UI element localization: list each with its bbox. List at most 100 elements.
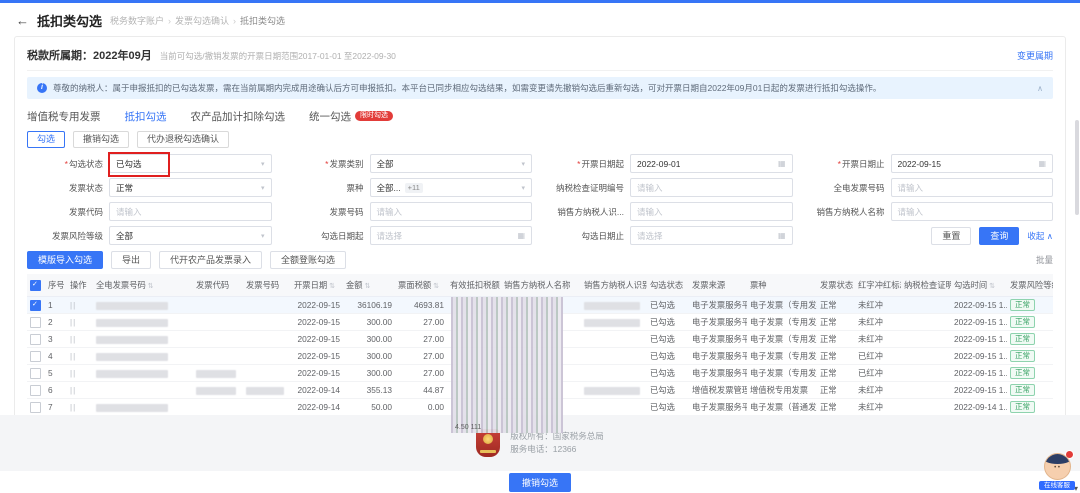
sort-icon[interactable]: ⇅ (989, 282, 995, 290)
header-label: 红字冲红标志 (858, 280, 901, 290)
row-checkbox[interactable] (30, 334, 41, 345)
view-invoice-icon[interactable]: || (70, 386, 76, 395)
row-checkbox[interactable] (30, 402, 41, 413)
cell-invoice-status: 正常 (817, 365, 855, 382)
sort-icon[interactable]: ⇅ (365, 282, 371, 290)
main-card: 税款所属期： 2022年09月 当前可勾选/撤销发票的开票日期范围2017-01… (14, 36, 1066, 462)
cell-amount: 300.00 (343, 314, 395, 331)
assistant-mascot[interactable]: 在线客服 (1039, 453, 1075, 490)
cell-tax: 0.00 (395, 399, 447, 416)
tax-check-cert-no-input[interactable]: 请输入 (630, 178, 793, 197)
header-label: 勾选时间 (954, 280, 987, 290)
filter-label: 全电发票号码 (809, 182, 891, 194)
sort-icon[interactable]: ⇅ (329, 282, 335, 290)
header-label: 票面税额 (398, 280, 431, 290)
row-checkbox[interactable] (30, 351, 41, 362)
header-label: 发票状态 (820, 280, 853, 290)
cell-invoice-status: 正常 (817, 331, 855, 348)
view-invoice-icon[interactable]: || (70, 403, 76, 412)
cell-tax: 4693.81 (395, 297, 447, 314)
view-invoice-icon[interactable]: || (70, 301, 76, 310)
cell-red-flag: 已红冲 (855, 365, 901, 382)
cell-invoice-code (193, 314, 243, 331)
filter-label: 勾选状态 (27, 158, 109, 170)
field-placeholder: 请输入 (377, 206, 403, 218)
cell-invoice-code (193, 297, 243, 314)
filter-field-invoice-risk-level: 发票风险等级全部▾ (27, 226, 272, 245)
tab-deduction-check[interactable]: 抵扣勾选 (125, 109, 167, 124)
filter-field-invoice-status: 发票状态正常▾ (27, 178, 272, 197)
cancel-check-submit-button[interactable]: 撤销勾选 (509, 473, 571, 492)
cell-index: 5 (45, 365, 67, 382)
cell-e-invoice-number (93, 297, 193, 314)
header-cell: 销售方纳税人名称 (501, 274, 581, 297)
mode-button-check[interactable]: 勾选 (27, 131, 65, 148)
template-import-check-button[interactable]: 模版导入勾选 (27, 251, 103, 269)
filter-field-invoice-number: 发票号码请输入 (288, 202, 533, 221)
invoice-status-select[interactable]: 正常▾ (109, 178, 272, 197)
check-status-select[interactable]: 已勾选▾ (109, 154, 272, 173)
sort-icon[interactable]: ⇅ (148, 282, 154, 290)
header-label: 操作 (70, 280, 87, 290)
select-all-checkbox[interactable] (30, 280, 41, 291)
check-date-start-date[interactable]: 请选择▦ (370, 226, 533, 245)
cell-seller-id (581, 365, 647, 382)
change-period-link[interactable]: 变更属期 (1017, 49, 1053, 62)
mode-button-group: 勾选撤销勾选代办退税勾选确认 (27, 131, 1053, 148)
view-invoice-icon[interactable]: || (70, 352, 76, 361)
view-invoice-icon[interactable]: || (70, 335, 76, 344)
chevron-down-icon: ▾ (261, 184, 265, 192)
cell-check-cert-no (901, 314, 951, 331)
export-button[interactable]: 导出 (111, 251, 151, 269)
notice-banner: i 尊敬的纳税人：属于申报抵扣的已勾选发票，需在当前属期内完成用途确认后方可申报… (27, 77, 1053, 99)
cell-check-cert-no (901, 399, 951, 416)
row-checkbox[interactable] (30, 385, 41, 396)
issue-date-end-date[interactable]: 2022-09-15▦ (891, 154, 1054, 173)
breadcrumb-item[interactable]: 税务数字账户 (110, 14, 164, 27)
tab-unified-check[interactable]: 统一勾选限时勾选 (309, 109, 393, 124)
cell-check-time: 2022-09-15 1... (951, 382, 1007, 399)
cell-issue-date: 2022-09-15 (291, 331, 343, 348)
e-invoice-number-input[interactable]: 请输入 (891, 178, 1054, 197)
risk-level-tag: 正常 (1010, 350, 1035, 362)
cell-red-flag: 未红冲 (855, 382, 901, 399)
header-cell: 销售方纳税人识别号 (581, 274, 647, 297)
tab-vat-special-invoice[interactable]: 增值税专用发票 (27, 109, 101, 124)
breadcrumb-item[interactable]: 发票勾选确认 (175, 14, 229, 27)
invoice-risk-level-select[interactable]: 全部▾ (109, 226, 272, 245)
banner-collapse-icon[interactable]: ∧ (1037, 84, 1043, 93)
cell-risk-level: 正常 (1007, 297, 1053, 314)
back-arrow-icon[interactable]: ← (16, 13, 29, 28)
row-checkbox[interactable] (30, 368, 41, 379)
scrollbar-thumb[interactable] (1075, 120, 1079, 215)
tab-agri-extra-deduction-check[interactable]: 农产品加计扣除勾选 (191, 109, 286, 124)
invoice-category-select[interactable]: 全部▾ (370, 154, 533, 173)
seller-taxpayer-id-input[interactable]: 请输入 (630, 202, 793, 221)
view-invoice-icon[interactable]: || (70, 318, 76, 327)
check-date-end-date[interactable]: 请选择▦ (630, 226, 793, 245)
cell-ticket-type: 电子发票（专用发票） (747, 314, 817, 331)
filter-label: 开票日期起 (548, 158, 630, 170)
search-button[interactable]: 查询 (979, 227, 1019, 245)
reset-button[interactable]: 重置 (931, 227, 971, 245)
cell-amount: 50.00 (343, 399, 395, 416)
cell-issue-date: 2022-09-15 (291, 314, 343, 331)
batch-link[interactable]: 批量 (1036, 254, 1053, 266)
mode-button-agent-refund-check-confirm[interactable]: 代办退税勾选确认 (137, 131, 229, 148)
mode-button-cancel-check[interactable]: 撤销勾选 (73, 131, 129, 148)
collapse-filters-link[interactable]: 收起 ∧ (1027, 230, 1053, 242)
footer-phone: 服务电话：12366 (510, 443, 604, 456)
row-checkbox[interactable] (30, 317, 41, 328)
full-amount-check-button[interactable]: 全额登账勾选 (270, 251, 346, 269)
invoice-code-input[interactable]: 请输入 (109, 202, 272, 221)
ticket-type-select[interactable]: 全部...+11▾ (370, 178, 533, 197)
seller-taxpayer-name-input[interactable]: 请输入 (891, 202, 1054, 221)
cell-ticket-type: 增值税专用发票 (747, 382, 817, 399)
calendar-icon: ▦ (1038, 159, 1046, 168)
view-invoice-icon[interactable]: || (70, 369, 76, 378)
agri-invoice-entry-button[interactable]: 代开农产品发票录入 (159, 251, 262, 269)
row-checkbox[interactable] (30, 300, 41, 311)
issue-date-start-date[interactable]: 2022-09-01▦ (630, 154, 793, 173)
sort-icon[interactable]: ⇅ (433, 282, 439, 290)
invoice-number-input[interactable]: 请输入 (370, 202, 533, 221)
